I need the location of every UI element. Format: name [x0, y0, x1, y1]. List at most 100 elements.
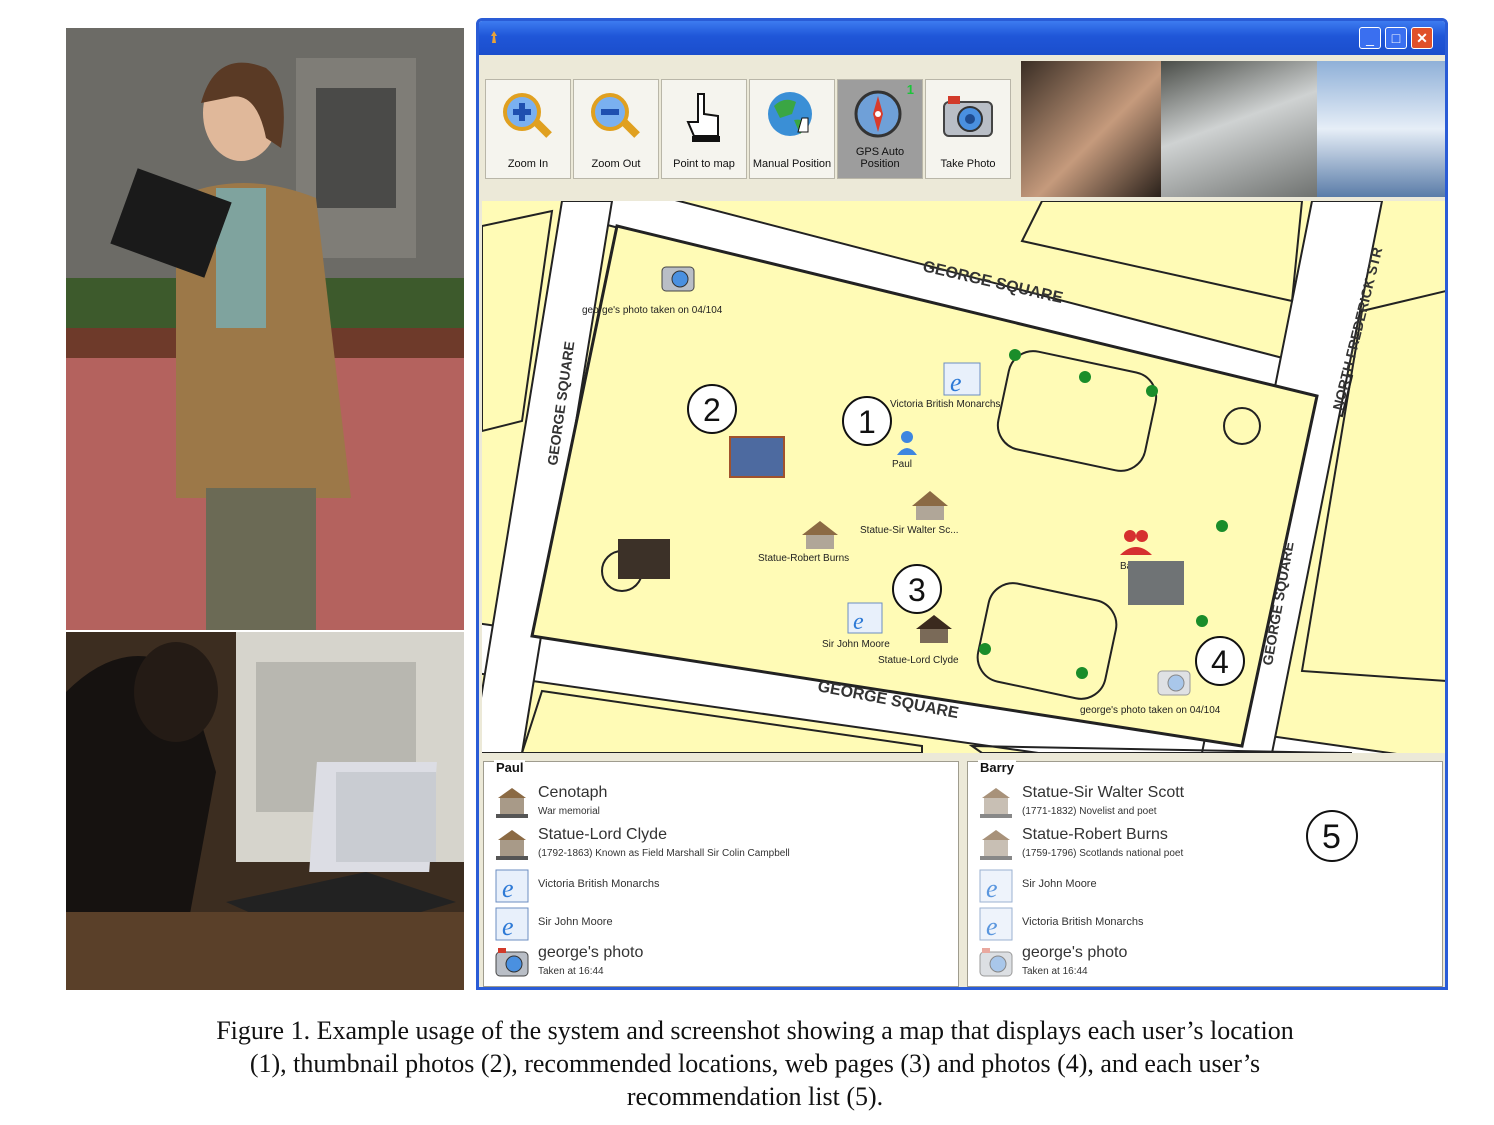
list-item-title: Statue-Robert Burns: [1022, 826, 1168, 843]
manual-position-button[interactable]: Manual Position: [749, 79, 835, 179]
map-thumbnail-lion-photo[interactable]: [1128, 561, 1184, 605]
list-item[interactable]: george's photo Taken at 16:44: [494, 942, 954, 984]
pointer-hand-icon: [686, 93, 720, 142]
list-item-subtitle: (1771-1832) Novelist and poet: [1022, 806, 1157, 817]
photo-bottom-label: george's photo taken on 04/104: [1080, 705, 1221, 716]
web-page-icon: e: [979, 869, 1013, 903]
map-thumbnail-webcam-photo[interactable]: [618, 539, 670, 579]
list-item-title: george's photo: [1022, 944, 1128, 961]
map-thumbnail-sky-photo[interactable]: [729, 436, 785, 478]
web-page-icon: e: [979, 907, 1013, 941]
globe-hand-icon: [768, 92, 812, 136]
callout-4-label: 4: [1211, 644, 1229, 680]
minimize-button[interactable]: _: [1359, 27, 1381, 49]
robert-burns-label: Statue-Robert Burns: [758, 553, 849, 564]
svg-text:e: e: [950, 368, 962, 397]
webcam-user-photo: [1021, 61, 1161, 197]
list-item-subtitle: (1759-1796) Scotlands national poet: [1022, 848, 1184, 859]
zoom-in-icon: [503, 93, 552, 138]
paul-label: Paul: [892, 459, 912, 470]
caption-line-2: (1), thumbnail photos (2), recommended l…: [249, 1049, 1261, 1078]
list-item[interactable]: george's photo Taken at 16:44: [978, 942, 1438, 984]
point-to-map-button[interactable]: Point to map: [661, 79, 747, 179]
svg-text:e: e: [502, 912, 514, 941]
window-titlebar: _ □ ✕: [479, 21, 1445, 55]
zoom-in-button[interactable]: Zoom In: [485, 79, 571, 179]
list-item-title: Cenotaph: [538, 784, 608, 801]
callout-3-label: 3: [908, 572, 926, 608]
photo-marker-top-icon[interactable]: [661, 266, 695, 292]
list-item[interactable]: e Sir John Moore: [494, 904, 954, 946]
photo-laptop-scene: [66, 632, 464, 990]
point-to-map-label: Point to map: [673, 158, 735, 170]
callout-marker-5: 5: [1306, 810, 1358, 862]
caption-line-1: Figure 1. Example usage of the system an…: [216, 1016, 1294, 1045]
photo-woman-with-tablet: [66, 28, 464, 630]
gps-auto-position-label: GPS Auto Position: [855, 146, 905, 170]
svg-text:e: e: [986, 874, 998, 903]
figure-caption: Figure 1. Example usage of the system an…: [90, 1014, 1420, 1113]
svg-text:e: e: [502, 874, 514, 903]
list-item-subtitle: (1792-1863) Known as Field Marshall Sir …: [538, 848, 790, 859]
compass-icon: [854, 90, 902, 138]
statue-icon: [496, 830, 528, 860]
take-photo-label: Take Photo: [940, 158, 996, 170]
sky-column-photo: [1317, 61, 1445, 197]
list-item[interactable]: Cenotaph War memorial: [494, 782, 954, 824]
callout-5-label: 5: [1322, 818, 1341, 856]
take-photo-button[interactable]: Take Photo: [925, 79, 1011, 179]
close-button[interactable]: ✕: [1411, 27, 1433, 49]
web-page-icon: e: [495, 869, 529, 903]
statue-icon: [980, 830, 1012, 860]
photo-marker-bottom-icon[interactable]: [1157, 670, 1191, 696]
callout-marker-4: 4: [1195, 636, 1245, 686]
map-view[interactable]: GEORGE SQUARE GEORGE SQUARE GEORGE SQUAR…: [482, 201, 1445, 753]
gps-auto-position-button[interactable]: 1 GPS Auto Position: [837, 79, 923, 179]
list-item[interactable]: e Victoria British Monarchs: [494, 866, 954, 908]
list-item-title: george's photo: [538, 944, 644, 961]
callout-marker-3: 3: [892, 564, 942, 614]
caption-line-3: recommendation list (5).: [626, 1082, 884, 1111]
camera-icon: [495, 948, 529, 977]
list-item-title: Statue-Sir Walter Scott: [1022, 784, 1185, 801]
web-page-marker-victoria-icon[interactable]: e: [943, 362, 981, 397]
photo-strip: [1021, 61, 1445, 197]
lord-clyde-label: Statue-Lord Clyde: [878, 655, 959, 666]
web-page-marker-john-moore-icon[interactable]: e: [847, 602, 883, 635]
list-item[interactable]: e Sir John Moore: [978, 866, 1438, 908]
list-item-title: Sir John Moore: [538, 916, 613, 928]
statue-icon: [980, 788, 1012, 818]
lion-statue-photo: [1161, 61, 1317, 197]
paul-panel-title: Paul: [494, 760, 526, 775]
list-item-title: Sir John Moore: [1022, 878, 1097, 890]
list-item[interactable]: Statue-Robert Burns (1759-1796) Scotland…: [978, 824, 1438, 866]
camera-icon: [943, 96, 993, 137]
barry-panel-title: Barry: [978, 760, 1016, 775]
list-item[interactable]: Statue-Lord Clyde (1792-1863) Known as F…: [494, 824, 954, 866]
zoom-out-label: Zoom Out: [591, 158, 641, 170]
photo-woman-scene: [66, 28, 464, 630]
svg-text:e: e: [853, 609, 864, 635]
list-item-subtitle: War memorial: [538, 806, 600, 817]
list-item[interactable]: e Victoria British Monarchs: [978, 904, 1438, 946]
barry-recommendation-panel: Barry Statue-Sir Walter Scott (1771-1832…: [967, 760, 1443, 987]
callout-1-label: 1: [858, 404, 876, 440]
list-item[interactable]: Statue-Sir Walter Scott (1771-1832) Nove…: [978, 782, 1438, 824]
zoom-out-button[interactable]: Zoom Out: [573, 79, 659, 179]
app-icon: [491, 31, 497, 43]
maximize-button[interactable]: □: [1385, 27, 1407, 49]
web-page-icon: e: [495, 907, 529, 941]
victoria-label: Victoria British Monarchs: [890, 399, 1000, 410]
app-window: _ □ ✕ Zoom In Zoom Out Point to map Manu…: [476, 18, 1448, 990]
manual-position-label: Manual Position: [752, 158, 832, 170]
zoom-in-label: Zoom In: [507, 158, 549, 170]
callout-marker-2: 2: [687, 384, 737, 434]
walter-scott-label: Statue-Sir Walter Sc...: [860, 525, 959, 536]
svg-text:e: e: [986, 912, 998, 941]
photo-man-with-laptop: [66, 632, 464, 990]
callout-marker-1: 1: [842, 396, 892, 446]
john-moore-label: Sir John Moore: [822, 639, 890, 650]
list-item-title: Victoria British Monarchs: [538, 878, 660, 890]
list-item-title: Victoria British Monarchs: [1022, 916, 1144, 928]
map-canvas: GEORGE SQUARE GEORGE SQUARE GEORGE SQUAR…: [482, 201, 1445, 753]
